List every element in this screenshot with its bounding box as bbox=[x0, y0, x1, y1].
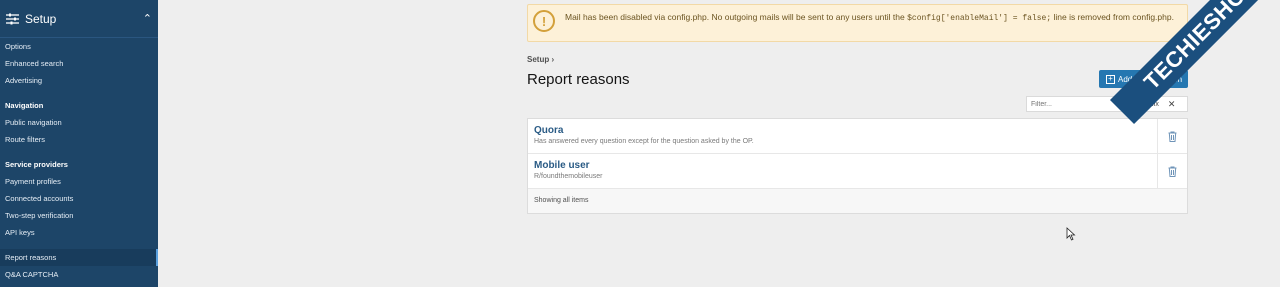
reason-description: Has answered every question except for t… bbox=[534, 138, 754, 145]
sidebar-item-api-keys[interactable]: API keys bbox=[0, 224, 158, 241]
sliders-icon bbox=[6, 13, 19, 25]
sidebar-nav: Options Enhanced search Advertising Navigat… bbox=[0, 38, 158, 283]
list-item[interactable]: Quora Has answered every question except … bbox=[528, 119, 1187, 154]
sidebar-item-advertising[interactable]: Advertising bbox=[0, 72, 158, 89]
filter-bar: Prefix ✕ bbox=[1026, 96, 1188, 112]
sidebar-item-q-a-captcha[interactable]: Q&A CAPTCHA bbox=[0, 266, 158, 283]
warning-icon: ! bbox=[533, 10, 555, 32]
sidebar-item-payment-profiles[interactable]: Payment profiles bbox=[0, 173, 158, 190]
trash-icon bbox=[1168, 131, 1177, 142]
sidebar-item-options[interactable]: Options bbox=[0, 38, 158, 55]
report-reasons-list: Quora Has answered every question except … bbox=[527, 118, 1188, 214]
sidebar-item-route-filters[interactable]: Route filters bbox=[0, 131, 158, 148]
notice-message: Mail has been disabled via config.php. N… bbox=[565, 12, 1174, 23]
sidebar-item-enhanced-search[interactable]: Enhanced search bbox=[0, 55, 158, 72]
chevron-up-icon[interactable]: ⌃ bbox=[143, 12, 152, 25]
page-title: Report reasons bbox=[527, 71, 630, 88]
reason-title[interactable]: Quora bbox=[534, 125, 1187, 136]
list-item[interactable]: Mobile user R/foundthemobileuser bbox=[528, 154, 1187, 189]
sidebar-title: Setup bbox=[25, 11, 57, 26]
sidebar-item-two-step-verification[interactable]: Two-step verification bbox=[0, 207, 158, 224]
clear-filter-icon[interactable]: ✕ bbox=[1168, 99, 1176, 110]
sidebar-item-report-reasons[interactable]: Report reasons bbox=[0, 249, 158, 266]
mail-disabled-notice: ! Mail has been disabled via config.php.… bbox=[527, 4, 1188, 42]
breadcrumb[interactable]: Setup › bbox=[527, 55, 554, 64]
sidebar-header[interactable]: Setup ⌃ bbox=[0, 0, 158, 38]
sidebar-section-title: Service providers bbox=[5, 160, 68, 169]
reason-description: R/foundthemobileuser bbox=[534, 173, 603, 180]
sidebar-section-title: Navigation bbox=[5, 101, 44, 110]
delete-button[interactable] bbox=[1157, 119, 1187, 154]
reason-title[interactable]: Mobile user bbox=[534, 160, 1187, 171]
trash-icon bbox=[1168, 166, 1177, 177]
sidebar-item-public-navigation[interactable]: Public navigation bbox=[0, 114, 158, 131]
delete-button[interactable] bbox=[1157, 154, 1187, 189]
plus-square-icon: + bbox=[1106, 74, 1115, 84]
mouse-cursor-icon bbox=[1066, 227, 1076, 241]
list-footer: Showing all items bbox=[528, 189, 1187, 213]
sidebar: Setup ⌃ Options Enhanced search Advertisin… bbox=[0, 0, 158, 287]
sidebar-item-connected-accounts[interactable]: Connected accounts bbox=[0, 190, 158, 207]
